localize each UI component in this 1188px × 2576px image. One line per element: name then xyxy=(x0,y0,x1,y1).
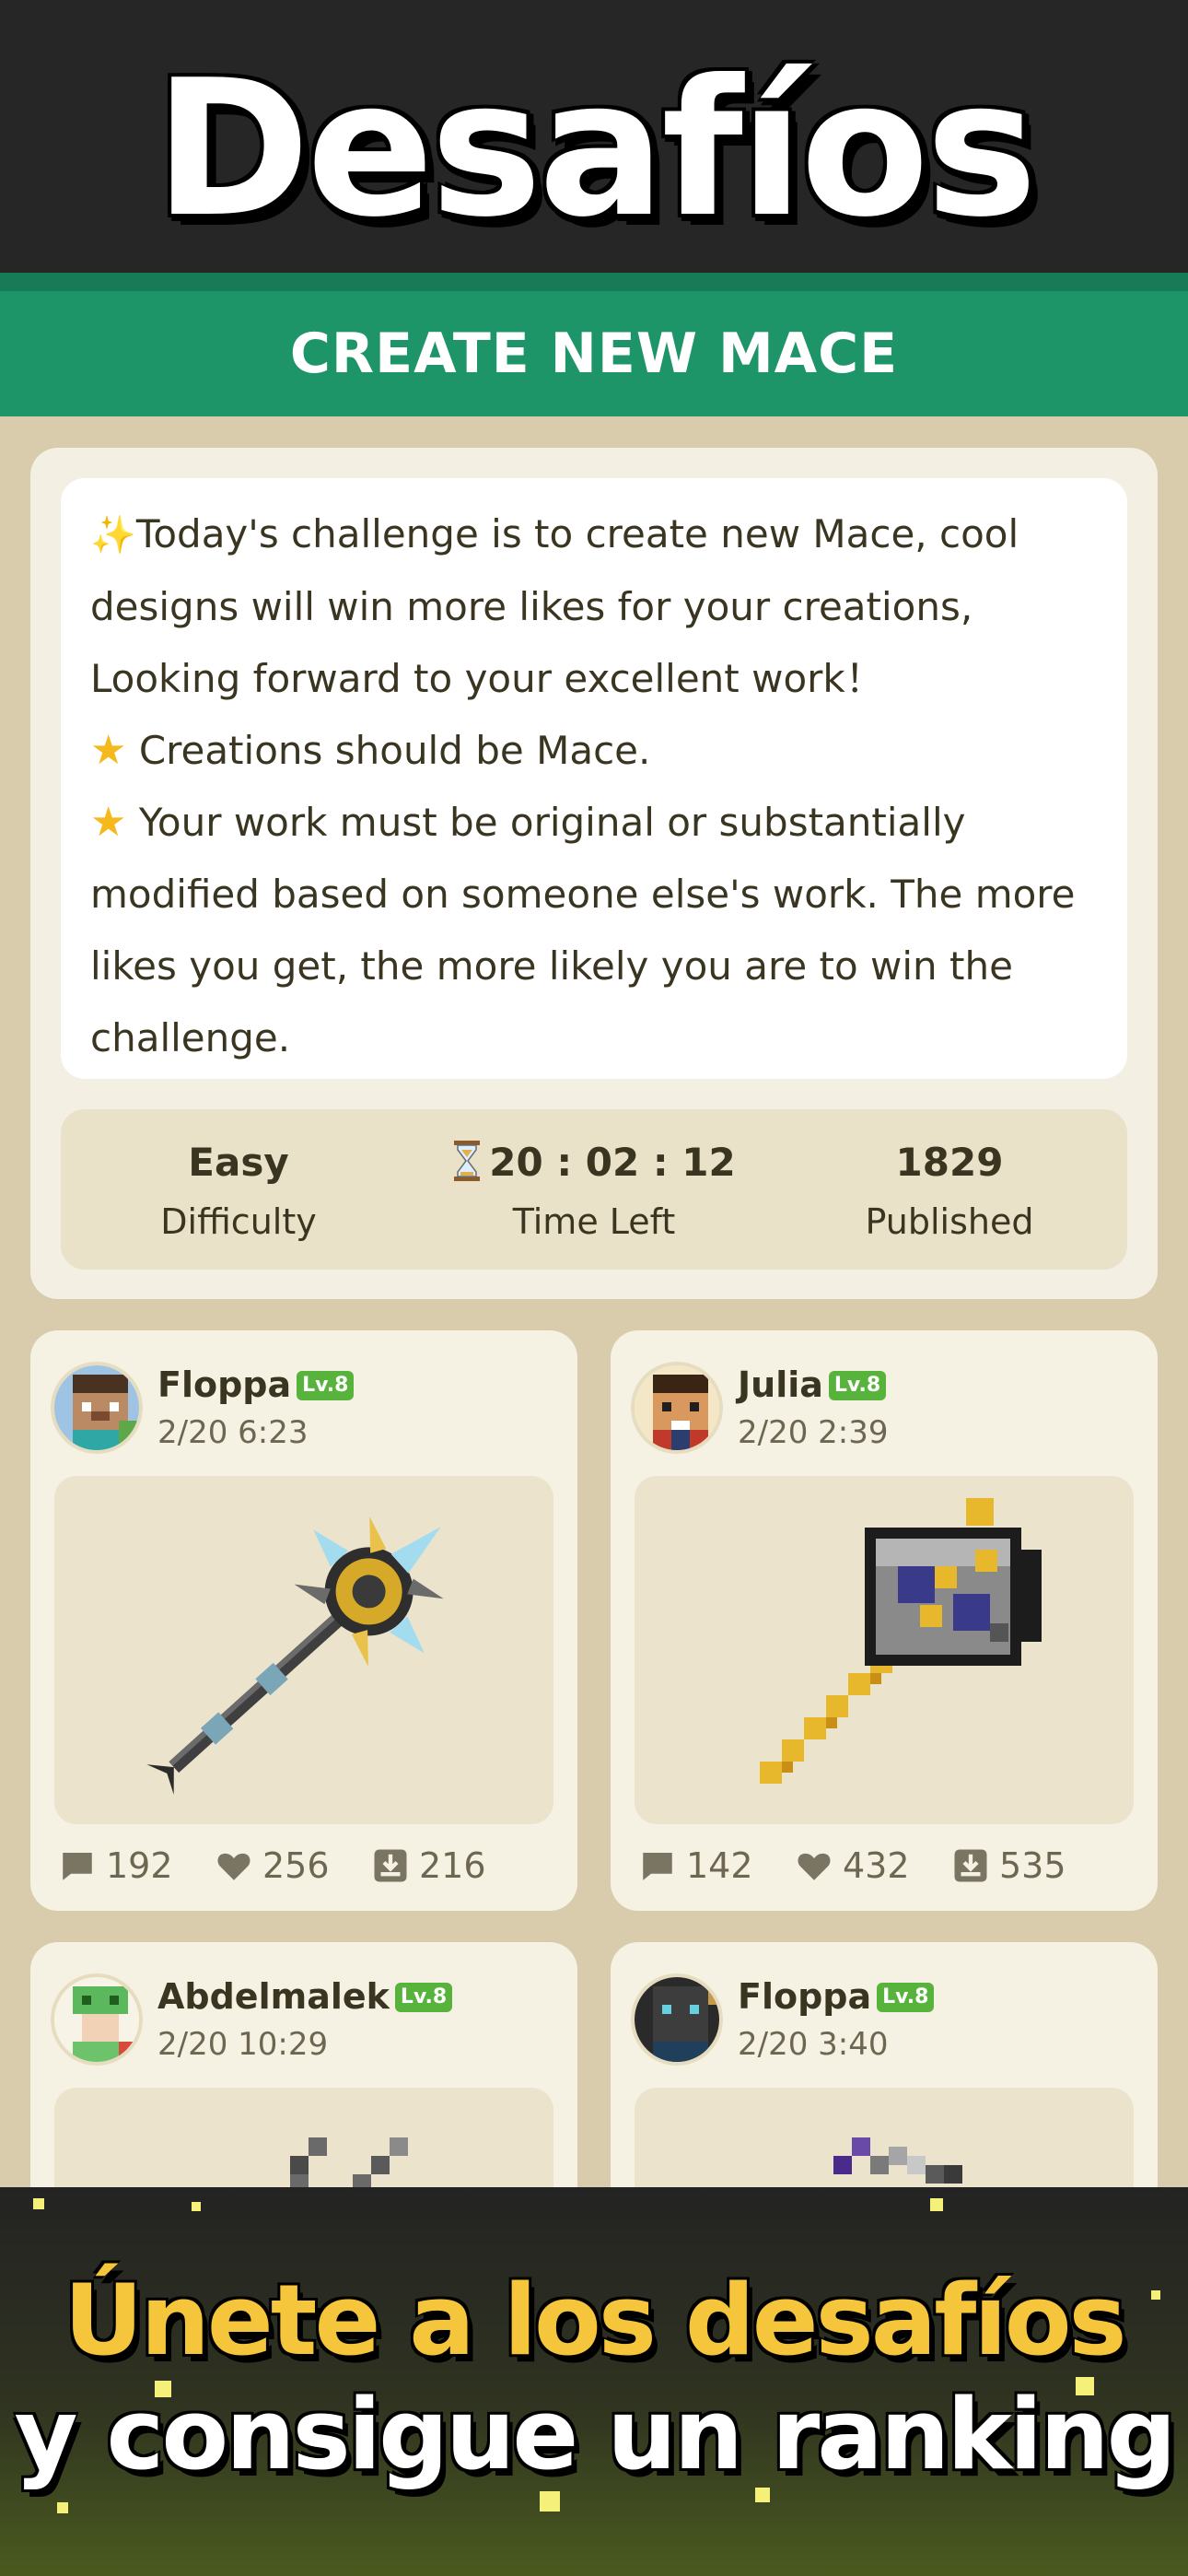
post-date: 2/20 10:29 xyxy=(157,2026,329,2063)
description-line: ★ Your work must be original or substant… xyxy=(90,799,966,846)
sparkle-icon xyxy=(33,2198,44,2209)
challenge-title: CREATE NEW MACE xyxy=(289,322,899,386)
promo-headline: Únete a los desafíos xyxy=(64,2264,1126,2377)
level-badge: Lv.8 xyxy=(297,1371,355,1400)
pixel-mace-icon[interactable] xyxy=(635,1476,1134,1824)
time-left-stat: 20 : 02 : 12 Time Left xyxy=(416,1109,772,1270)
challenge-description: ✨Today's challenge is to create new Mace… xyxy=(61,478,1127,1079)
downloads-counter[interactable]: 216 xyxy=(371,1843,486,1889)
challenge-stats: Easy Difficulty 20 : 02 : 12 Time Left 1… xyxy=(61,1109,1127,1270)
downloads-counter[interactable]: 535 xyxy=(951,1843,1066,1889)
hero-title: Desafíos xyxy=(154,41,1037,259)
comments-counter[interactable]: 192 xyxy=(58,1843,173,1889)
sparkle-icon xyxy=(930,2198,943,2211)
description-line: modified based on someone else's work. T… xyxy=(90,872,1076,917)
post-counters: 142 432 535 xyxy=(638,1843,1136,1889)
post-username[interactable]: Floppa Lv.8 xyxy=(738,1973,935,2020)
published-label: Published xyxy=(865,1201,1034,1242)
creeper-girl-avatar-icon[interactable] xyxy=(51,1973,143,2066)
post-date: 2/20 6:23 xyxy=(157,1414,309,1451)
difficulty-stat: Easy Difficulty xyxy=(61,1109,416,1270)
spiked-mace-icon[interactable] xyxy=(54,1476,553,1824)
heart-icon xyxy=(798,1853,831,1880)
level-badge: Lv.8 xyxy=(394,1983,453,2012)
description-line: Looking forward to your excellent work！ xyxy=(90,656,884,701)
level-badge: Lv.8 xyxy=(828,1371,887,1400)
likes-counter[interactable]: 256 xyxy=(215,1843,330,1889)
post-username[interactable]: Julia Lv.8 xyxy=(738,1362,887,1408)
boy-avatar-icon[interactable] xyxy=(631,1362,723,1454)
post-username[interactable]: Floppa Lv.8 xyxy=(157,1362,355,1408)
promo-subheadline: y consigue un ranking xyxy=(14,2378,1177,2491)
post-card[interactable]: Floppa Lv.8 2/20 6:23 192 256 216 xyxy=(30,1330,577,1911)
comment-icon xyxy=(63,1853,92,1880)
level-badge: Lv.8 xyxy=(877,1983,935,2012)
description-line: challenge. xyxy=(90,1015,291,1060)
published-stat: 1829 Published xyxy=(772,1109,1127,1270)
sparkle-icon xyxy=(57,2502,68,2513)
difficulty-label: Difficulty xyxy=(160,1201,317,1242)
post-card[interactable]: Julia Lv.8 2/20 2:39 142 432 535 xyxy=(611,1330,1158,1911)
download-icon xyxy=(374,1849,407,1882)
dark-skin-avatar-icon[interactable] xyxy=(631,1973,723,2066)
published-value: 1829 xyxy=(895,1140,1004,1185)
star-icon: ★ xyxy=(90,799,127,846)
steve-avatar-icon[interactable] xyxy=(51,1362,143,1454)
comments-counter[interactable]: 142 xyxy=(638,1843,753,1889)
description-line: designs will win more likes for your cre… xyxy=(90,584,973,629)
sparkles-icon: ✨ xyxy=(90,514,136,556)
download-icon xyxy=(954,1849,987,1882)
description-line: ★ Creations should be Mace. xyxy=(90,727,651,774)
difficulty-value: Easy xyxy=(188,1140,289,1185)
sparkle-icon xyxy=(192,2202,201,2211)
hourglass-icon xyxy=(454,1141,481,1181)
post-username[interactable]: Abdelmalek Lv.8 xyxy=(157,1973,453,2020)
description-line: ✨Today's challenge is to create new Mace… xyxy=(90,511,1019,556)
challenge-header-bar: CREATE NEW MACE xyxy=(0,273,1188,416)
description-line: likes you get, the more likely you are t… xyxy=(90,943,1013,989)
hero-header: Desafíos xyxy=(0,0,1188,273)
time-left-value: 20 : 02 : 12 xyxy=(416,1137,772,1188)
time-left-label: Time Left xyxy=(512,1201,676,1242)
challenge-card: ✨Today's challenge is to create new Mace… xyxy=(30,448,1158,1299)
comment-icon xyxy=(643,1853,672,1880)
post-date: 2/20 3:40 xyxy=(738,2026,889,2063)
star-icon: ★ xyxy=(90,727,127,774)
promo-banner: Únete a los desafíos y consigue un ranki… xyxy=(0,2187,1188,2576)
heart-icon xyxy=(217,1853,250,1880)
post-counters: 192 256 216 xyxy=(58,1843,555,1889)
post-date: 2/20 2:39 xyxy=(738,1414,889,1451)
likes-counter[interactable]: 432 xyxy=(795,1843,910,1889)
